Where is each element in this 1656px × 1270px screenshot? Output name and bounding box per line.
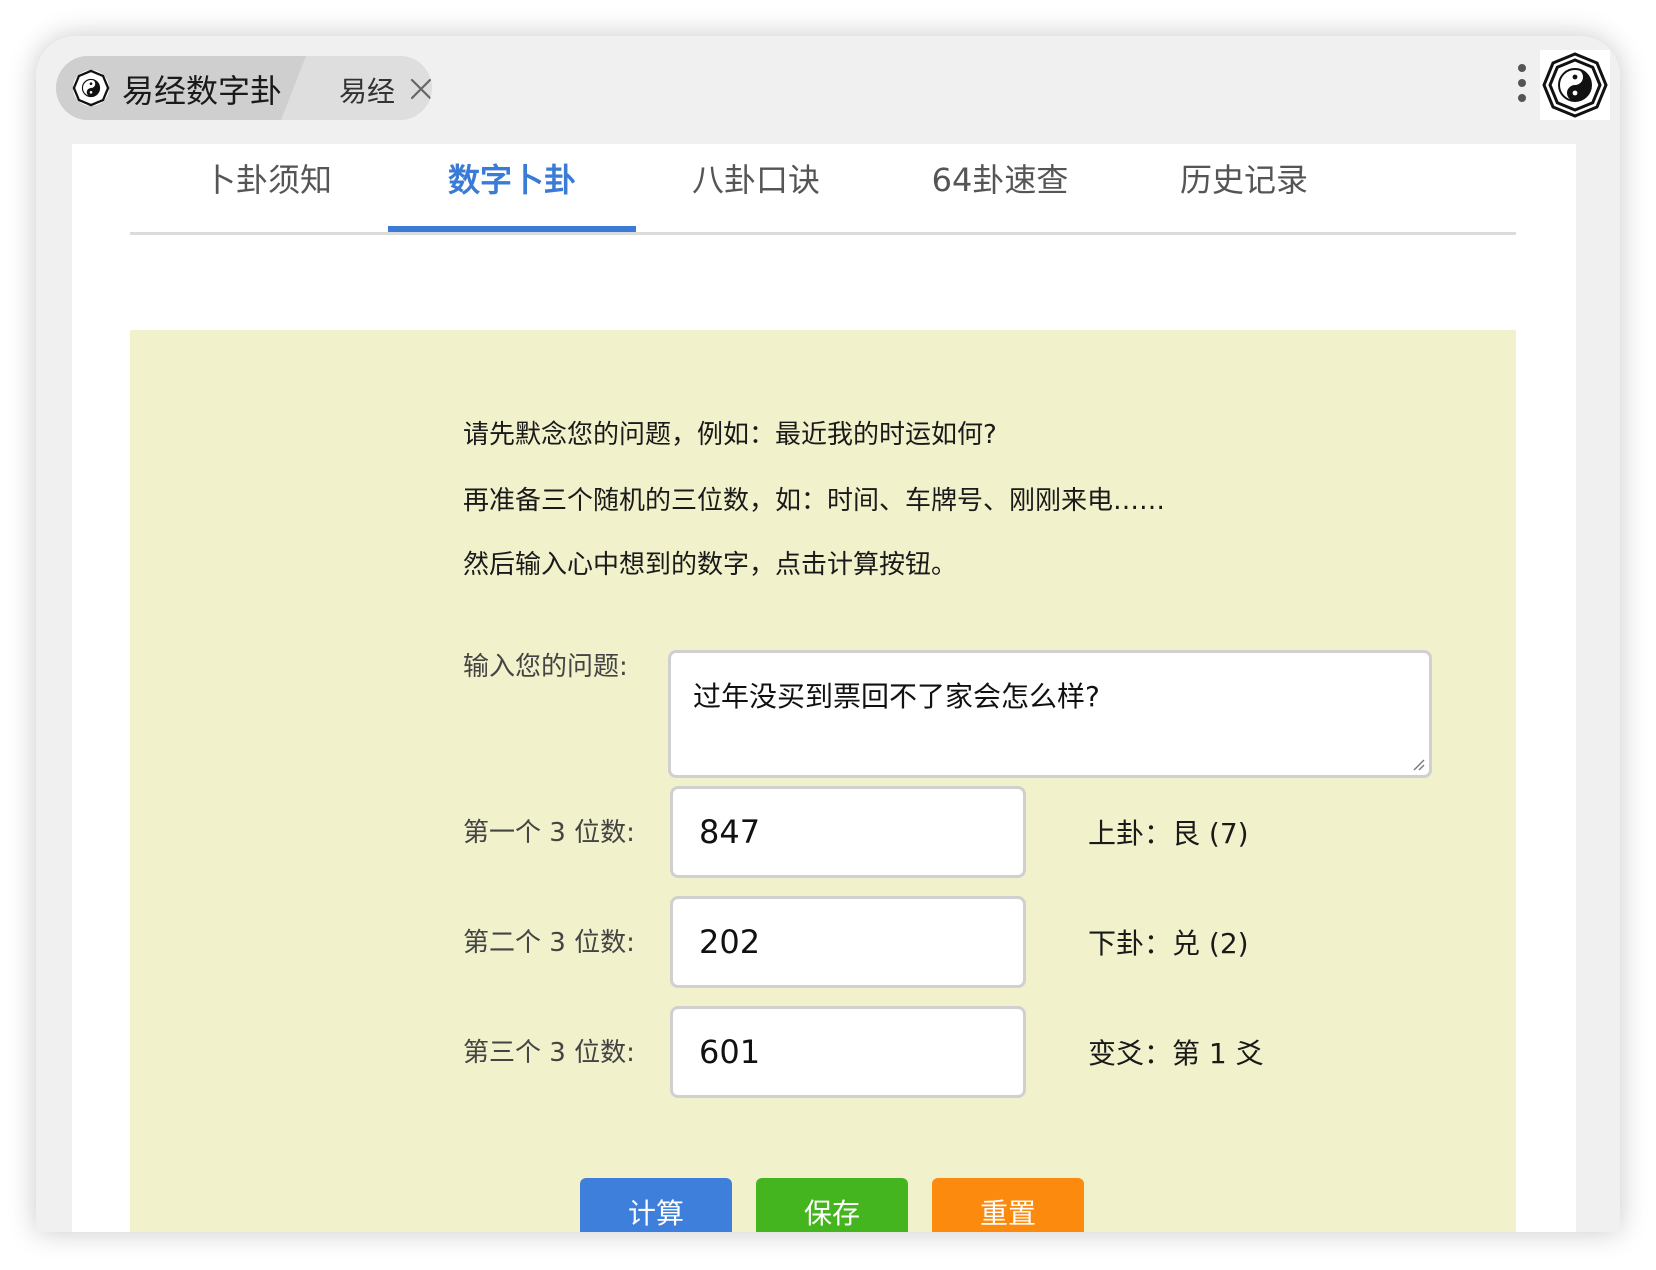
- active-tab-indicator: [388, 226, 636, 232]
- calculate-button[interactable]: 计算: [580, 1178, 732, 1232]
- lower-trigram-result: 下卦：兑 (2): [1088, 927, 1249, 960]
- bagua-yin-yang-icon: [72, 69, 110, 107]
- num1-input[interactable]: 847: [670, 786, 1026, 878]
- tab-64-hexagram-lookup[interactable]: 64卦速查: [876, 144, 1124, 232]
- intro-line-2: 再准备三个随机的三位数，如：时间、车牌号、刚刚来电……: [463, 486, 1166, 516]
- num1-value: 847: [699, 813, 761, 851]
- tab-number-divination[interactable]: 数字卜卦: [388, 144, 636, 232]
- tab-second-title[interactable]: 易经: [339, 70, 395, 110]
- intro-line-3: 然后输入心中想到的数字，点击计算按钮。: [463, 550, 958, 580]
- changing-line-result: 变爻：第 1 爻: [1088, 1037, 1264, 1070]
- reset-button[interactable]: 重置: [932, 1178, 1084, 1232]
- save-button[interactable]: 保存: [756, 1178, 908, 1232]
- close-icon[interactable]: [410, 78, 432, 100]
- intro-line-1: 请先默念您的问题，例如：最近我的时运如何?: [463, 420, 997, 450]
- tab-strip: 易经数字卦 易经: [56, 56, 432, 120]
- num3-label: 第三个 3 位数:: [463, 1038, 635, 1068]
- tab-bagua-mnemonics[interactable]: 八卦口诀: [632, 144, 880, 232]
- tab-history[interactable]: 历史记录: [1120, 144, 1368, 232]
- kebab-menu-icon[interactable]: [1514, 64, 1530, 112]
- tab-divination-notes[interactable]: 卜卦须知: [144, 144, 392, 232]
- divination-panel: 请先默念您的问题，例如：最近我的时运如何? 再准备三个随机的三位数，如：时间、车…: [130, 330, 1516, 1232]
- upper-trigram-result: 上卦：艮 (7): [1088, 817, 1249, 850]
- question-label: 输入您的问题:: [463, 652, 628, 682]
- title-bar: 易经数字卦 易经: [36, 36, 1620, 144]
- bagua-yin-yang-icon[interactable]: [1540, 50, 1610, 120]
- tab-title[interactable]: 易经数字卦: [122, 66, 282, 112]
- num2-value: 202: [699, 923, 761, 961]
- resize-grip-icon[interactable]: [1411, 757, 1425, 771]
- app-window: 易经数字卦 易经 卜卦须知 数字卜卦 八卦口诀 64卦速查 历史记录 请先默念您…: [36, 36, 1620, 1232]
- num2-input[interactable]: 202: [670, 896, 1026, 988]
- tab-nav: 卜卦须知 数字卜卦 八卦口诀 64卦速查 历史记录: [130, 144, 1516, 235]
- num2-label: 第二个 3 位数:: [463, 928, 635, 958]
- num3-value: 601: [699, 1033, 761, 1071]
- question-textarea[interactable]: 过年没买到票回不了家会怎么样?: [668, 650, 1432, 778]
- num1-label: 第一个 3 位数:: [463, 818, 635, 848]
- num3-input[interactable]: 601: [670, 1006, 1026, 1098]
- page-content: 卜卦须知 数字卜卦 八卦口诀 64卦速查 历史记录 请先默念您的问题，例如：最近…: [72, 144, 1576, 1232]
- question-value: 过年没买到票回不了家会怎么样?: [693, 680, 1100, 713]
